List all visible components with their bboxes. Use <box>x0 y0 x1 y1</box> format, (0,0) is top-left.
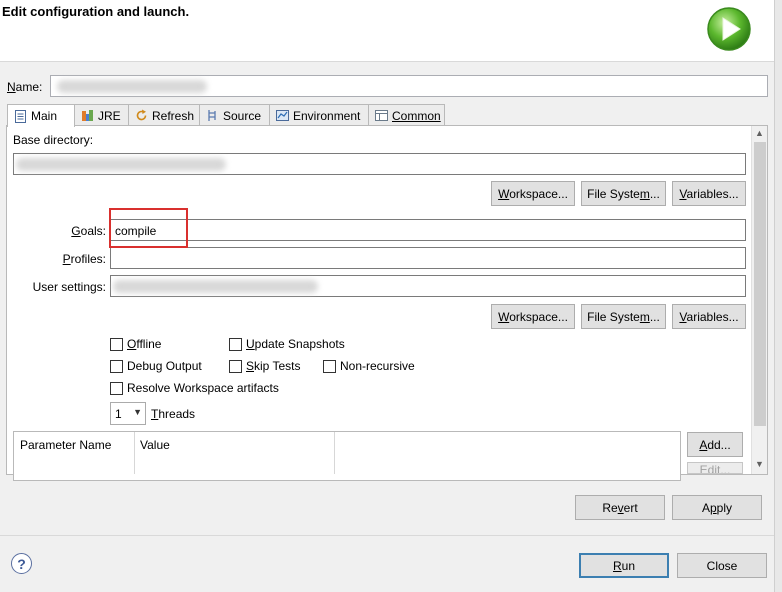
scroll-down-icon[interactable]: ▼ <box>755 459 764 469</box>
file-system-button[interactable]: File System... <box>581 181 666 206</box>
column-header-value[interactable]: Value <box>140 438 170 452</box>
redacted-name <box>57 80 207 93</box>
banner-title: Edit configuration and launch. <box>2 4 190 19</box>
run-launch-icon <box>707 7 751 51</box>
tab-label: Refresh <box>152 108 195 123</box>
variables-button[interactable]: Variables... <box>672 181 746 206</box>
tab-label: Source <box>223 108 262 123</box>
window-edge <box>774 0 782 592</box>
common-icon <box>375 109 388 122</box>
update-snapshots-label: Update Snapshots <box>246 337 345 351</box>
base-directory-input[interactable] <box>13 153 746 175</box>
source-icon <box>206 109 219 122</box>
tab-label: Common <box>392 108 441 123</box>
tab-refresh[interactable]: Refresh <box>128 104 200 126</box>
checkbox-box[interactable] <box>110 337 123 351</box>
parameter-table[interactable]: Parameter Name Value <box>13 431 681 481</box>
checkbox-box[interactable] <box>229 337 242 351</box>
revert-button[interactable]: Revert <box>575 495 665 520</box>
update-snapshots-checkbox[interactable]: Update Snapshots <box>229 337 345 351</box>
close-button[interactable]: Close <box>677 553 767 578</box>
user-settings-input[interactable] <box>110 275 746 297</box>
name-row: Name: <box>0 74 772 100</box>
column-divider <box>134 432 135 474</box>
base-directory-label: Base directory: <box>13 133 94 147</box>
tab-jre[interactable]: JRE <box>74 104 129 126</box>
skip-tests-label: Skip Tests <box>246 359 301 373</box>
non-recursive-label: Non-recursive <box>340 359 415 373</box>
debug-output-checkbox[interactable]: Debug Output <box>110 359 202 373</box>
tab-label: Main <box>31 109 58 123</box>
chevron-down-icon: ▼ <box>133 407 142 417</box>
checkbox-box[interactable] <box>110 381 123 395</box>
scroll-up-icon[interactable]: ▲ <box>755 128 764 138</box>
settings-file-system-button[interactable]: File System... <box>581 304 666 329</box>
add-parameter-button[interactable]: Add... <box>687 432 743 457</box>
non-recursive-checkbox[interactable]: Non-recursive <box>323 359 415 373</box>
offline-label: Offline <box>127 337 162 351</box>
profiles-label: Profiles: <box>62 252 106 266</box>
threads-select[interactable]: 1 ▼ <box>110 402 146 425</box>
dialog-banner: Edit configuration and launch. <box>0 0 782 62</box>
jre-icon <box>81 109 94 122</box>
threads-label: Threads <box>151 407 196 421</box>
main-tab-icon <box>14 109 27 123</box>
run-button[interactable]: Run <box>579 553 669 578</box>
resolve-workspace-label: Resolve Workspace artifacts <box>127 381 279 395</box>
settings-variables-button[interactable]: Variables... <box>672 304 746 329</box>
apply-button[interactable]: Apply <box>672 495 762 520</box>
tab-common[interactable]: Common <box>368 104 445 126</box>
name-label: Name: <box>7 80 43 94</box>
workspace-button[interactable]: Workspace... <box>491 181 575 206</box>
edit-label: Edit... <box>699 463 731 474</box>
goals-label: Goals: <box>71 224 106 238</box>
close-label: Close <box>706 558 738 573</box>
edit-parameter-button[interactable]: Edit... <box>687 462 743 474</box>
tab-main[interactable]: Main <box>7 104 75 127</box>
panel-scrollbar[interactable]: ▲ ▼ <box>751 126 767 474</box>
checkbox-box[interactable] <box>229 359 242 373</box>
scroll-thumb[interactable] <box>754 142 766 426</box>
redacted-user-settings <box>113 280 318 293</box>
tab-label: JRE <box>98 108 121 123</box>
settings-workspace-button[interactable]: Workspace... <box>491 304 575 329</box>
debug-output-label: Debug Output <box>127 359 202 373</box>
profiles-input[interactable] <box>110 247 746 269</box>
refresh-icon <box>135 109 148 122</box>
column-divider <box>334 432 335 474</box>
checkbox-box[interactable] <box>323 359 336 373</box>
footer-divider <box>0 535 774 536</box>
resolve-workspace-checkbox[interactable]: Resolve Workspace artifacts <box>110 381 279 395</box>
environment-icon <box>276 109 289 122</box>
column-header-parameter-name[interactable]: Parameter Name <box>20 438 111 452</box>
tab-label: Environment <box>293 108 361 123</box>
name-input[interactable] <box>50 75 768 97</box>
tab-environment[interactable]: Environment <box>269 104 369 126</box>
offline-checkbox[interactable]: Offline <box>110 337 161 351</box>
help-icon[interactable]: ? <box>11 553 32 574</box>
goals-input[interactable]: compile <box>110 219 746 241</box>
skip-tests-checkbox[interactable]: Skip Tests <box>229 359 300 373</box>
checkbox-box[interactable] <box>110 359 123 373</box>
threads-value: 1 <box>115 407 122 421</box>
redacted-base-directory <box>16 158 226 171</box>
tab-source[interactable]: Source <box>199 104 270 126</box>
user-settings-label: User settings: <box>32 280 106 294</box>
goals-highlight <box>109 208 188 248</box>
